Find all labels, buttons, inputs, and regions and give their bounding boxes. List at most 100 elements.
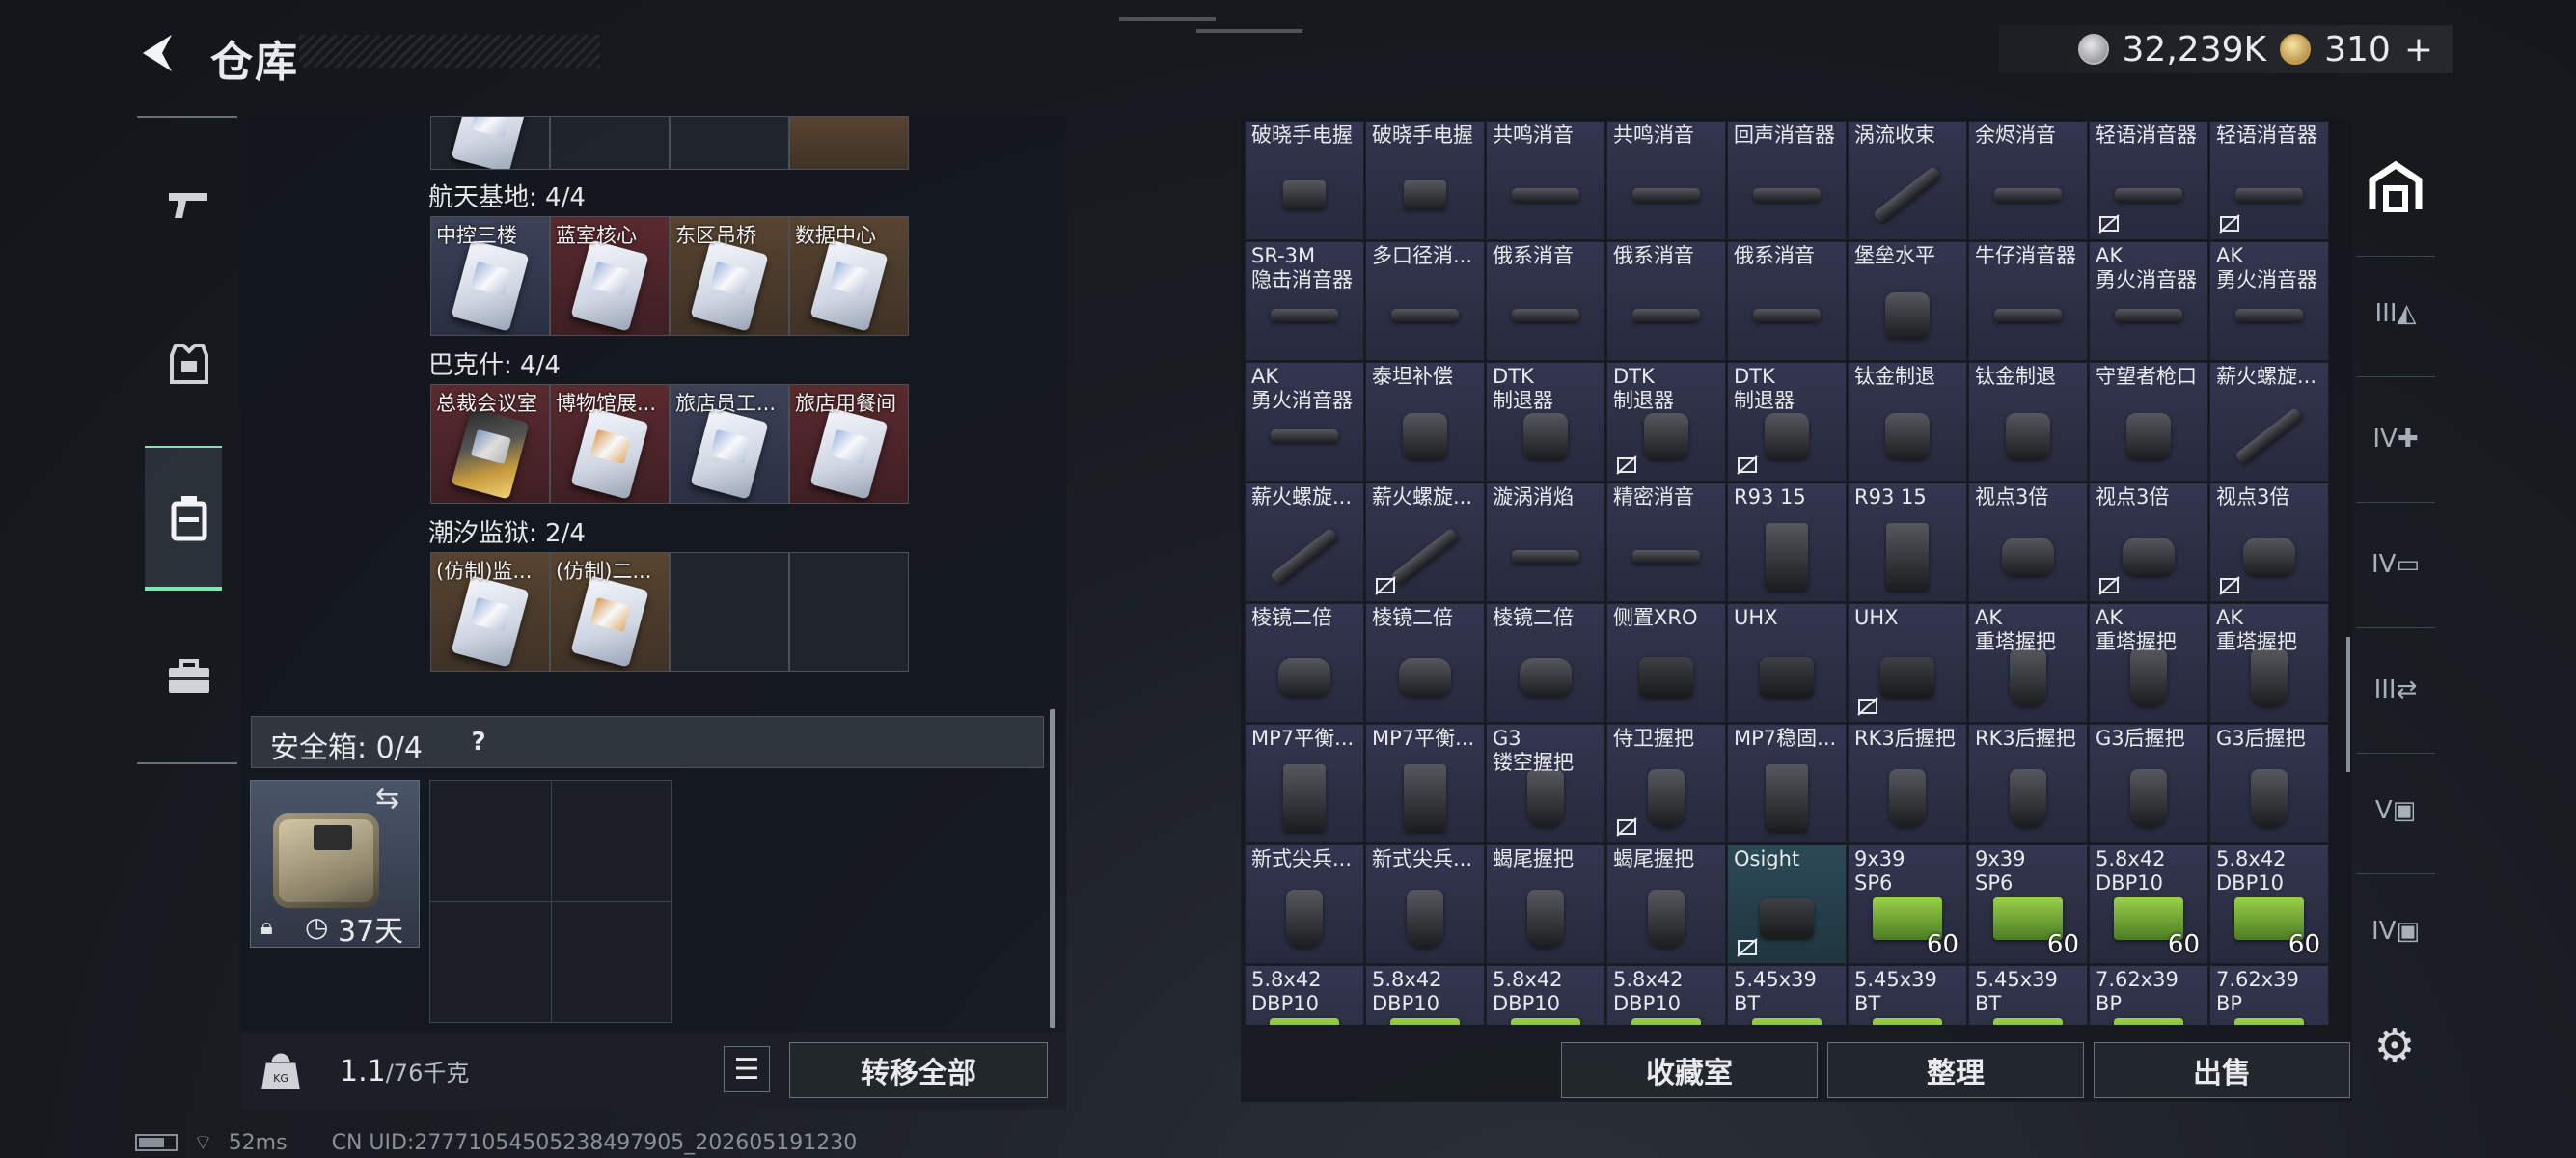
item-cell[interactable]: 视点3倍 (1968, 482, 2088, 602)
item-cell[interactable]: G3后握把 (2209, 724, 2329, 843)
item-cell[interactable]: 新式尖兵... (1245, 844, 1364, 964)
tab-tier-4-folder[interactable]: IV ▭ (2362, 531, 2429, 598)
item-cell[interactable]: G3 镂空握把 (1486, 724, 1605, 843)
collection-room-button[interactable]: 收藏室 (1561, 1042, 1818, 1098)
item-cell[interactable]: 钛金制退 (1968, 362, 2088, 482)
item-cell[interactable]: 新式尖兵... (1365, 844, 1485, 964)
item-cell[interactable]: 共鸣消音 (1606, 121, 1726, 240)
key-card[interactable]: 东区吊桥 (670, 216, 789, 336)
item-cell[interactable]: 侍卫握把 (1606, 724, 1726, 843)
item-cell[interactable]: MP7平衡... (1365, 724, 1485, 843)
transfer-all-button[interactable]: 转移全部 (789, 1042, 1048, 1098)
item-cell[interactable]: 涡流收束 (1848, 121, 1967, 240)
item-cell[interactable]: 俄系消音 (1606, 241, 1726, 361)
item-cell[interactable]: 轻语消音器 (2089, 121, 2208, 240)
item-cell[interactable]: 5.8x42 DBP10 (1365, 965, 1485, 1025)
settings-button[interactable]: ⚙ (2370, 1019, 2420, 1073)
item-cell[interactable]: 侧置XRO (1606, 603, 1726, 723)
key-slot[interactable] (550, 116, 670, 170)
item-cell[interactable]: 堡垒水平 (1848, 241, 1967, 361)
item-cell[interactable]: 蝎尾握把 (1486, 844, 1605, 964)
item-cell[interactable]: 棱镜二倍 (1486, 603, 1605, 723)
item-cell[interactable]: RK3后握把 (1848, 724, 1967, 843)
key-slot[interactable] (789, 116, 909, 170)
sell-button[interactable]: 出售 (2094, 1042, 2350, 1098)
swap-icon[interactable]: ⇆ (375, 782, 399, 815)
key-card[interactable]: (仿制)监... (430, 552, 550, 672)
safebox-slots[interactable] (429, 780, 672, 1023)
item-cell[interactable]: AK 重塔握把 (1968, 603, 2088, 723)
item-cell[interactable]: 5.45x39 BT (1727, 965, 1847, 1025)
item-cell[interactable]: 余烬消音 (1968, 121, 2088, 240)
item-cell[interactable]: 棱镜二倍 (1365, 603, 1485, 723)
sort-button[interactable]: 整理 (1827, 1042, 2084, 1098)
item-cell[interactable]: R93 15 (1727, 482, 1847, 602)
item-cell[interactable]: G3后握把 (2089, 724, 2208, 843)
grid-scrollbar[interactable] (2346, 637, 2350, 772)
key-slot[interactable] (670, 116, 789, 170)
item-cell[interactable]: SR-3M 隐击消音器 (1245, 241, 1364, 361)
item-cell[interactable]: AK 勇火消音器 (1245, 362, 1364, 482)
item-cell[interactable]: UHX (1727, 603, 1847, 723)
item-cell[interactable]: 5.8x42 DBP10 (1606, 965, 1726, 1025)
item-cell[interactable]: UHX (1848, 603, 1967, 723)
tab-tier-5-card[interactable]: V ▣ (2362, 777, 2429, 844)
tab-tier-4-card[interactable]: IV ▣ (2362, 897, 2429, 965)
item-cell[interactable]: Osight (1727, 844, 1847, 964)
item-cell[interactable]: 守望者枪口 (2089, 362, 2208, 482)
key-card[interactable]: 数据中心 (789, 216, 909, 336)
item-cell[interactable]: MP7平衡... (1245, 724, 1364, 843)
key-card[interactable]: (仿制)二... (550, 552, 670, 672)
item-cell[interactable]: 5.45x39 BT (1848, 965, 1967, 1025)
tab-tier-4-medkit[interactable]: IV ✚ (2362, 405, 2429, 473)
key-slot-empty[interactable] (670, 552, 789, 672)
item-cell[interactable]: 5.8x42 DBP10 60 (2209, 844, 2329, 964)
add-currency-button[interactable]: + (2404, 30, 2433, 69)
left-scrollbar[interactable] (1050, 709, 1055, 1028)
nav-toolbox[interactable] (151, 639, 228, 716)
key-card[interactable]: 蓝室核心 (550, 216, 670, 336)
item-cell[interactable]: 漩涡消焰 (1486, 482, 1605, 602)
key-card[interactable]: 中控三楼 (430, 216, 550, 336)
key-slot-empty[interactable] (789, 552, 909, 672)
item-cell[interactable]: 俄系消音 (1486, 241, 1605, 361)
tab-tier-3-swap[interactable]: III ⇄ (2362, 656, 2429, 724)
item-cell[interactable]: AK 勇火消音器 (2209, 241, 2329, 361)
item-cell[interactable]: RK3后握把 (1968, 724, 2088, 843)
tab-warehouse[interactable] (2362, 154, 2429, 222)
item-cell[interactable]: 7.62x39 BP (2209, 965, 2329, 1025)
item-cell[interactable]: 泰坦补偿 (1365, 362, 1485, 482)
item-cell[interactable]: 破晓手电握 (1365, 121, 1485, 240)
item-cell[interactable]: AK 重塔握把 (2209, 603, 2329, 723)
item-cell[interactable]: 棱镜二倍 (1245, 603, 1364, 723)
list-view-button[interactable]: ☰ (724, 1046, 770, 1092)
item-cell[interactable]: DTK 制退器 (1486, 362, 1605, 482)
item-cell[interactable]: 回声消音器 (1727, 121, 1847, 240)
item-cell[interactable]: DTK 制退器 (1606, 362, 1726, 482)
item-cell[interactable]: AK 勇火消音器 (2089, 241, 2208, 361)
item-cell[interactable]: 薪火螺旋... (1245, 482, 1364, 602)
item-cell[interactable]: 破晓手电握 (1245, 121, 1364, 240)
item-cell[interactable]: 薪火螺旋... (2209, 362, 2329, 482)
item-cell[interactable]: AK 重塔握把 (2089, 603, 2208, 723)
item-cell[interactable]: 牛仔消音器 (1968, 241, 2088, 361)
item-cell[interactable]: 轻语消音器 (2209, 121, 2329, 240)
item-cell[interactable]: 俄系消音 (1727, 241, 1847, 361)
item-cell[interactable]: 共鸣消音 (1486, 121, 1605, 240)
item-cell[interactable]: 视点3倍 (2209, 482, 2329, 602)
nav-armor[interactable] (151, 325, 228, 402)
item-cell[interactable]: DTK 制退器 (1727, 362, 1847, 482)
key-card[interactable]: 旅店用餐间 (789, 384, 909, 504)
item-cell[interactable]: 5.8x42 DBP10 (1486, 965, 1605, 1025)
item-cell[interactable]: 5.45x39 BT (1968, 965, 2088, 1025)
key-card[interactable]: 博物馆展... (550, 384, 670, 504)
back-button[interactable] (135, 29, 183, 77)
item-cell[interactable]: 精密消音 (1606, 482, 1726, 602)
nav-weapons[interactable] (151, 166, 228, 243)
item-cell[interactable]: 蝎尾握把 (1606, 844, 1726, 964)
item-cell[interactable]: 9x39 SP6 60 (1848, 844, 1967, 964)
item-cell[interactable]: 多口径消... (1365, 241, 1485, 361)
item-cell[interactable]: 5.8x42 DBP10 (1245, 965, 1364, 1025)
item-cell[interactable]: MP7稳固... (1727, 724, 1847, 843)
item-cell[interactable]: 7.62x39 BP (2089, 965, 2208, 1025)
